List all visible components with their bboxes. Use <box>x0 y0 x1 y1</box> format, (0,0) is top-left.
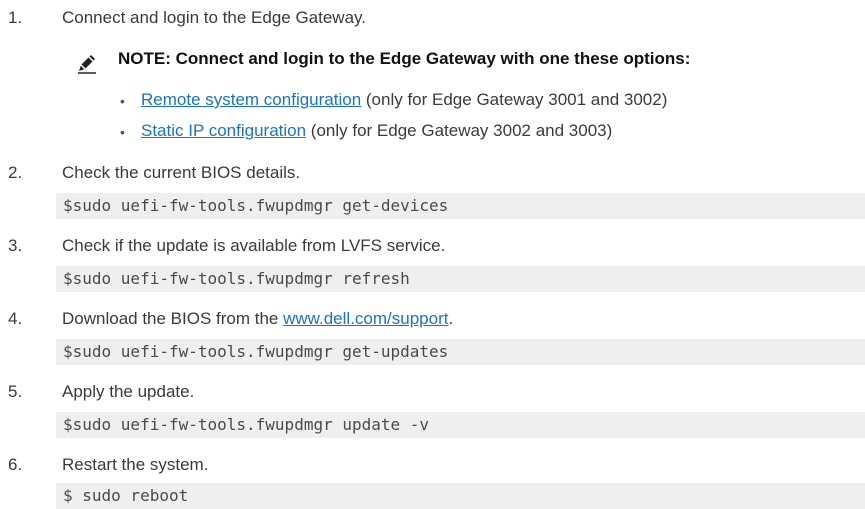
code-block: $sudo uefi-fw-tools.fwupdmgr get-updates <box>56 339 865 365</box>
step-2-text: Check the current BIOS details. <box>62 163 301 182</box>
note-option-text: (only for Edge Gateway 3001 and 3002) <box>361 90 668 109</box>
step-4-text-before: Download the BIOS from the <box>62 309 284 328</box>
note-option-static-ip: Static IP configuration (only for Edge G… <box>141 121 612 141</box>
step-3-text: Check if the update is available from LV… <box>62 236 446 255</box>
note-title: NOTE: Connect and login to the Edge Gate… <box>118 49 691 68</box>
code-block: $sudo uefi-fw-tools.fwupdmgr update -v <box>56 412 865 438</box>
code-block: $sudo uefi-fw-tools.fwupdmgr refresh <box>56 266 865 292</box>
step-2-number: 2. <box>8 163 23 182</box>
code-block: $ sudo reboot <box>56 483 865 509</box>
step-5-text: Apply the update. <box>62 382 195 401</box>
pencil-icon <box>78 55 96 74</box>
remote-system-configuration-link[interactable]: Remote system configuration <box>141 90 361 109</box>
step-4-text: Download the BIOS from the www.dell.com/… <box>62 309 453 329</box>
dell-support-link[interactable]: www.dell.com/support <box>283 309 448 328</box>
step-4-number: 4. <box>8 309 23 328</box>
static-ip-configuration-link[interactable]: Static IP configuration <box>141 121 306 140</box>
note-bullet: • <box>120 93 125 109</box>
step-6-number: 6. <box>8 455 23 474</box>
step-4-text-after: . <box>448 309 454 328</box>
step-3-number: 3. <box>8 236 23 255</box>
code-block: $sudo uefi-fw-tools.fwupdmgr get-devices <box>56 193 865 219</box>
step-6-text: Restart the system. <box>62 455 209 474</box>
note-option-remote-config: Remote system configuration (only for Ed… <box>141 90 667 110</box>
step-1-text: Connect and login to the Edge Gateway. <box>62 8 366 27</box>
note-bullet: • <box>120 124 125 140</box>
step-1-number: 1. <box>8 8 23 27</box>
note-option-text: (only for Edge Gateway 3002 and 3003) <box>306 121 613 140</box>
step-5-number: 5. <box>8 382 23 401</box>
